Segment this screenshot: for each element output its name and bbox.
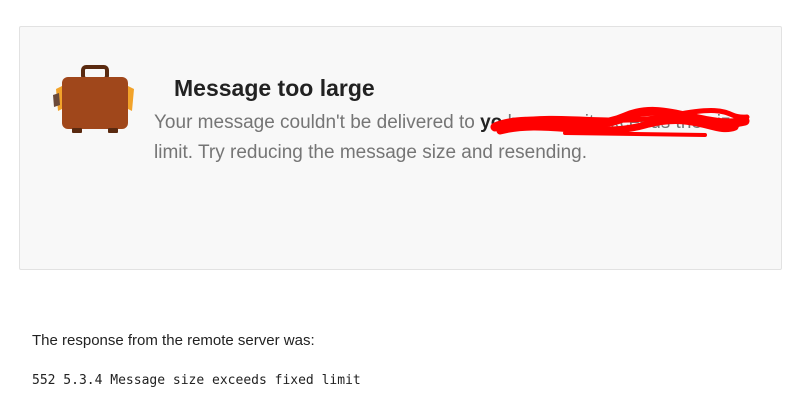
message-text-start: Your message couldn't be delivered to	[154, 112, 481, 133]
response-code: 552 5.3.4 Message size exceeds fixed lim…	[32, 373, 361, 388]
error-title: Message too large	[174, 75, 375, 101]
suitcase-icon	[53, 65, 134, 133]
response-label: The response from the remote server was:	[32, 332, 315, 349]
redaction-scribble	[490, 106, 750, 137]
